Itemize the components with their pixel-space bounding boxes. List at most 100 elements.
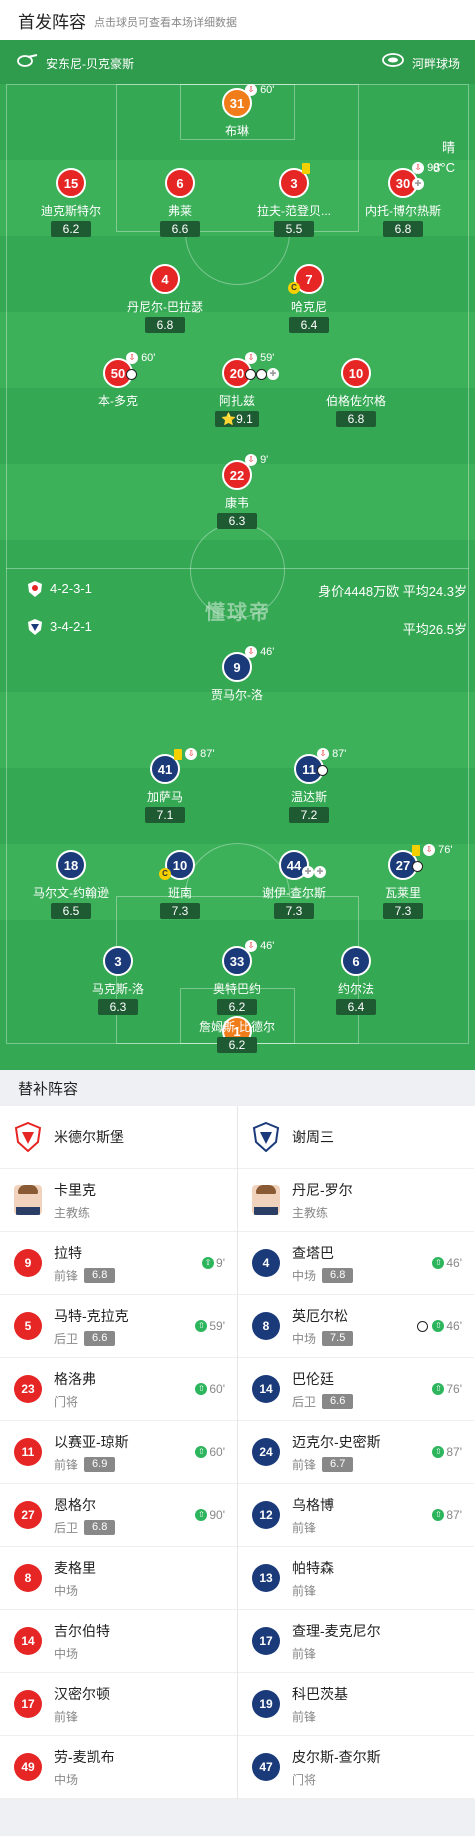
sub-in-time: ⇧ 46' <box>417 1319 462 1333</box>
player-rating: 6.4 <box>289 317 329 333</box>
sub-in-icon: ⇧ <box>432 1320 445 1332</box>
away-sub-row[interactable]: 24 迈克尔-史密斯 前锋 6.7 ⇧ 87' <box>238 1421 474 1484</box>
away-coach-row[interactable]: 丹尼-罗尔 主教练 <box>238 1169 474 1232</box>
home-sub-row[interactable]: 23 格洛弗 门将 ⇧ 60' <box>0 1358 237 1421</box>
player-rating: 6.8 <box>383 221 423 237</box>
home-player-10[interactable]: 10 伯格佐尔格 6.8 <box>296 358 416 428</box>
sub-number: 24 <box>252 1438 280 1466</box>
home-crest-icon <box>14 1122 42 1152</box>
player-name: 哈克尼 <box>290 300 327 314</box>
home-sub-row[interactable]: 5 马特-克拉克 后卫 6.6 ⇧ 59' <box>0 1295 237 1358</box>
sub-minute: 46' <box>260 646 275 658</box>
sub-position: 中场 <box>54 1583 79 1598</box>
away-player-27[interactable]: 27 瓦莱里 7.3 <box>343 850 463 920</box>
coach-role: 主教练 <box>54 1205 91 1220</box>
away-player-18[interactable]: 18 马尔文-约翰逊 6.5 <box>11 850 131 920</box>
sub-minute: 46' <box>446 1319 462 1333</box>
sub-in-time: ⇧ 87' <box>432 1508 462 1522</box>
player-rating: 6.3 <box>98 999 138 1015</box>
bench-title: 替补阵容 <box>0 1070 475 1106</box>
home-player-4[interactable]: 4 丹尼尔-巴拉瑟 6.8 <box>105 264 225 334</box>
home-sub-row[interactable]: 11 以赛亚-琼斯 前锋 6.9 ⇧ 60' <box>0 1421 237 1484</box>
away-sub-row[interactable]: 8 英厄尔松 中场 7.5 ⇧ 46' <box>238 1295 474 1358</box>
player-event: ⇩ 9' <box>245 454 268 467</box>
away-sub-row[interactable]: 47 皮尔斯-查尔斯 门将 <box>238 1736 474 1799</box>
player-name: 班南 <box>167 886 192 900</box>
sub-in-icon: ⇧ <box>432 1257 445 1269</box>
sub-minute: 90' <box>209 1508 225 1522</box>
home-player-7[interactable]: 7 哈克尼 6.4 <box>249 264 369 334</box>
away-player-9[interactable]: 9 贾马尔-洛 <box>177 652 297 703</box>
away-club-row[interactable]: 谢周三 <box>238 1106 474 1169</box>
sub-minute: 46' <box>446 1256 462 1270</box>
away-sub-row[interactable]: 12 乌格博 前锋 ⇧ 87' <box>238 1484 474 1547</box>
away-player-33[interactable]: 33 奥特巴约 6.2 <box>177 946 297 1016</box>
sub-name: 迈克尔-史密斯 <box>292 1433 381 1450</box>
sub-in-icon: ⇧ <box>195 1509 208 1521</box>
home-club-row[interactable]: 米德尔斯堡 <box>0 1106 237 1169</box>
home-coach-row[interactable]: 卡里克 主教练 <box>0 1169 237 1232</box>
home-club-name: 米德尔斯堡 <box>54 1129 124 1145</box>
sub-in-icon: ⇧ <box>432 1383 445 1395</box>
home-player-20[interactable]: 20 阿扎兹 ⭐9.1 <box>177 358 297 428</box>
player-event: ⇩ 87' <box>317 748 346 761</box>
sub-minute: 90' <box>427 162 442 174</box>
away-sub-row[interactable]: 4 查塔巴 中场 6.8 ⇧ 46' <box>238 1232 474 1295</box>
away-player-11[interactable]: 11 温达斯 7.2 <box>249 754 369 824</box>
player-name: 约尔法 <box>337 982 374 996</box>
sub-number: 49 <box>14 1753 42 1781</box>
away-sub-row[interactable]: 19 科巴茨基 前锋 <box>238 1673 474 1736</box>
away-player-3[interactable]: 3 马克斯-洛 6.3 <box>58 946 178 1016</box>
home-sub-row[interactable]: 8 麦格里 中场 <box>0 1547 237 1610</box>
sub-minute: 9' <box>216 1256 225 1270</box>
home-player-31[interactable]: 31 布琳 <box>177 88 297 139</box>
home-sub-row[interactable]: 49 劳-麦凯布 中场 <box>0 1736 237 1799</box>
home-player-3[interactable]: 3 拉夫-范登贝... 5.5 <box>234 168 354 238</box>
sub-position: 前锋 <box>54 1709 79 1724</box>
home-sub-row[interactable]: 9 拉特 前锋 6.8 ⇧ 9' <box>0 1232 237 1295</box>
away-crest-icon <box>28 619 42 635</box>
player-rating: 6.5 <box>51 903 91 919</box>
player-number: 10 <box>341 358 371 388</box>
away-player-44[interactable]: 44 谢伊-查尔斯 7.3 <box>234 850 354 920</box>
sub-position: 后卫 <box>54 1520 79 1535</box>
sub-number: 27 <box>14 1501 42 1529</box>
home-player-50[interactable]: 50 本-多克 <box>58 358 178 409</box>
home-player-30[interactable]: 30 内托-博尔热斯 6.8 <box>343 168 463 238</box>
away-bench: 谢周三 丹尼-罗尔 主教练 4 查塔巴 中场 6.8 ⇧ 46' 8 英厄尔松 中场 7.5 ⇧ 46… <box>237 1106 474 1799</box>
away-squad-average: 平均26.5岁 <box>402 622 467 637</box>
home-player-15[interactable]: 15 迪克斯特尔 6.2 <box>11 168 131 238</box>
home-sub-row[interactable]: 27 恩格尔 后卫 6.8 ⇧ 90' <box>0 1484 237 1547</box>
home-sub-row[interactable]: 17 汉密尔顿 前锋 <box>0 1673 237 1736</box>
home-player-22[interactable]: 22 康韦 6.3 <box>177 460 297 530</box>
sub-number: 14 <box>252 1375 280 1403</box>
sub-position: 中场 <box>54 1772 79 1787</box>
home-player-6[interactable]: 6 弗莱 6.6 <box>120 168 240 238</box>
away-sub-row[interactable]: 13 帕特森 前锋 <box>238 1547 474 1610</box>
sub-position: 后卫 <box>292 1394 317 1409</box>
sub-in-icon: ⇧ <box>195 1383 208 1395</box>
away-sub-row[interactable]: 17 查理-麦克尼尔 前锋 <box>238 1610 474 1673</box>
away-player-6[interactable]: 6 约尔法 6.4 <box>296 946 416 1016</box>
player-number: 18 <box>56 850 86 880</box>
sub-number: 17 <box>252 1627 280 1655</box>
stadium-icon <box>382 53 404 67</box>
sub-in-icon: ⇧ <box>432 1446 445 1458</box>
away-player-10[interactable]: 10 班南 7.3 <box>120 850 240 920</box>
sub-position: 前锋 <box>54 1268 79 1283</box>
yellow-card-icon <box>174 748 182 760</box>
sub-in-time: ⇧ 90' <box>195 1508 225 1522</box>
player-name: 弗莱 <box>167 204 192 218</box>
sub-name: 皮尔斯-查尔斯 <box>292 1748 381 1765</box>
away-sub-row[interactable]: 14 巴伦廷 后卫 6.6 ⇧ 76' <box>238 1358 474 1421</box>
sub-in-icon: ⇧ <box>432 1509 445 1521</box>
player-name: 本-多克 <box>98 394 138 408</box>
sub-number: 23 <box>14 1375 42 1403</box>
sub-rating: 6.9 <box>84 1456 116 1472</box>
home-squad-value: 身价4448万欧 平均24.3岁 <box>318 584 467 599</box>
home-formation: 4-2-3-1 <box>50 581 92 596</box>
home-sub-row[interactable]: 14 吉尔伯特 中场 <box>0 1610 237 1673</box>
player-name: 温达斯 <box>290 790 327 804</box>
away-player-41[interactable]: 41 加萨马 7.1 <box>105 754 225 824</box>
sub-number: 47 <box>252 1753 280 1781</box>
